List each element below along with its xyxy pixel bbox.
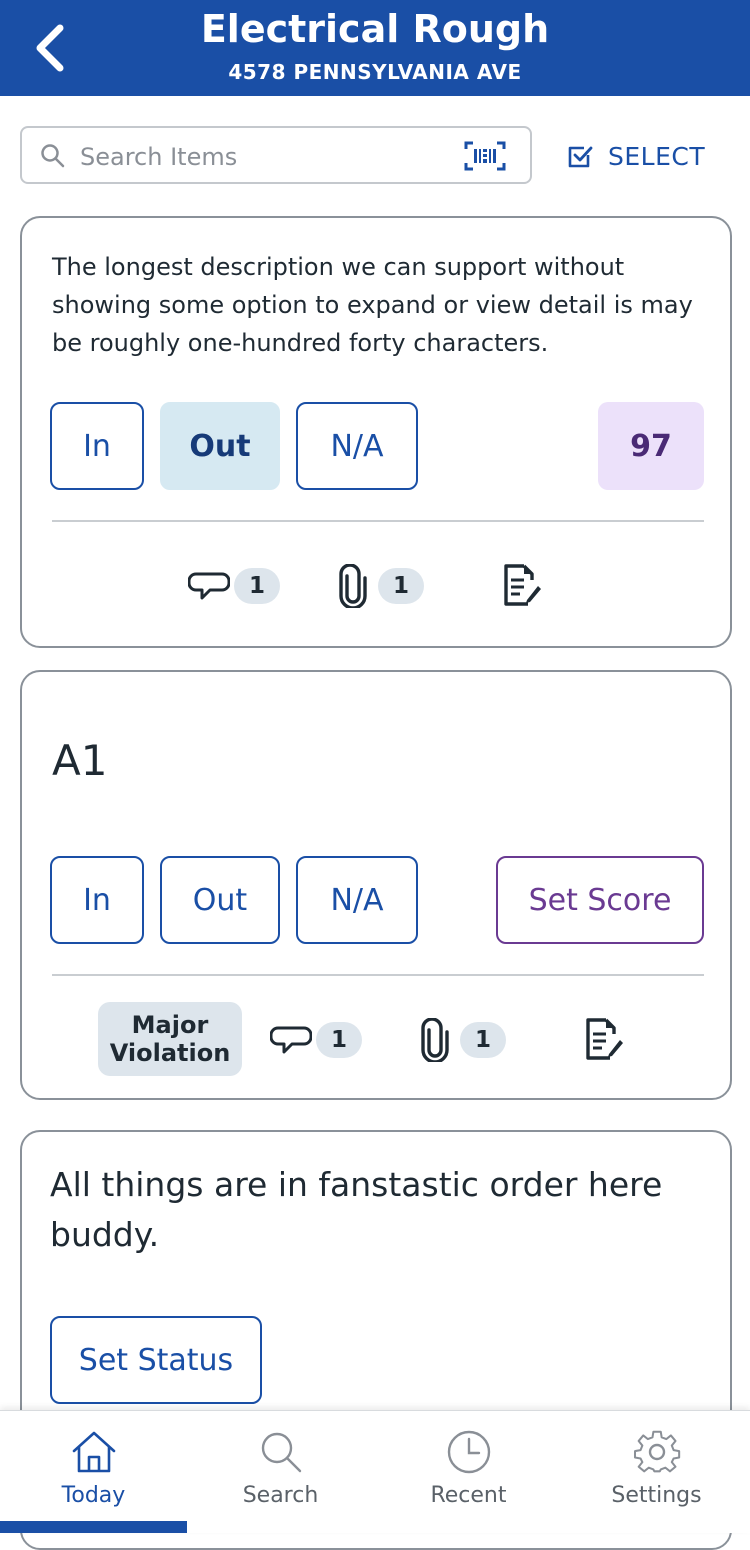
attachment-count: 1 [378,568,424,604]
attachment-count: 1 [460,1022,506,1058]
nav-label: Recent [430,1483,507,1508]
page-subtitle: 4578 PENNSYLVANIA AVE [228,60,522,84]
option-out-button[interactable]: Out [160,856,280,944]
option-in-button[interactable]: In [50,402,144,490]
nav-label: Search [242,1483,319,1508]
comment-icon[interactable] [270,1024,312,1058]
option-out-button[interactable]: Out [160,402,280,490]
app-header: Electrical Rough 4578 PENNSYLVANIA AVE [0,0,750,96]
clock-icon [447,1430,490,1474]
comment-count: 1 [316,1022,362,1058]
item-description: The longest description we can support w… [52,253,693,357]
home-icon [72,1431,115,1473]
bottom-navigation: Today Search Recent Settings [0,1410,750,1533]
search-icon [41,144,65,168]
paperclip-icon[interactable] [336,564,370,608]
edit-note-icon[interactable] [584,1018,624,1062]
barcode-scan-icon [464,141,506,171]
violation-badge: Major Violation [98,1002,242,1076]
set-status-button[interactable]: Set Status [50,1316,262,1404]
set-score-button[interactable]: Set Score [496,856,704,944]
nav-item-recent[interactable]: Recent [375,1411,562,1533]
checkbox-icon [568,146,593,168]
gear-icon [633,1430,680,1473]
search-icon [261,1432,301,1473]
nav-label: Today [61,1483,126,1508]
option-na-button[interactable]: N/A [296,402,418,490]
score-badge[interactable]: 97 [598,402,704,490]
item-title: A1 [52,736,108,785]
nav-item-today[interactable]: Today [0,1411,187,1533]
inspection-item-card[interactable]: A1 In Out N/A Set Score Major Violation 1… [20,670,732,1100]
divider [52,520,704,522]
paperclip-icon[interactable] [418,1018,452,1062]
option-in-button[interactable]: In [50,856,144,944]
comment-icon[interactable] [188,570,230,604]
page-title: Electrical Rough [200,7,550,51]
search-bar [20,126,532,184]
option-na-button[interactable]: N/A [296,856,418,944]
divider [52,974,704,976]
active-tab-indicator [0,1521,187,1533]
select-button[interactable]: SELECT [566,138,705,174]
barcode-scan-button[interactable] [464,140,506,177]
nav-label: Settings [611,1483,702,1508]
nav-item-settings[interactable]: Settings [563,1411,750,1533]
search-input[interactable] [78,136,452,178]
inspection-item-card[interactable]: The longest description we can support w… [20,216,732,648]
select-label: SELECT [608,141,706,171]
item-description: All things are in fanstastic order here … [50,1165,663,1254]
edit-note-icon[interactable] [502,564,542,608]
comment-count: 1 [234,568,280,604]
nav-item-search[interactable]: Search [187,1411,374,1533]
